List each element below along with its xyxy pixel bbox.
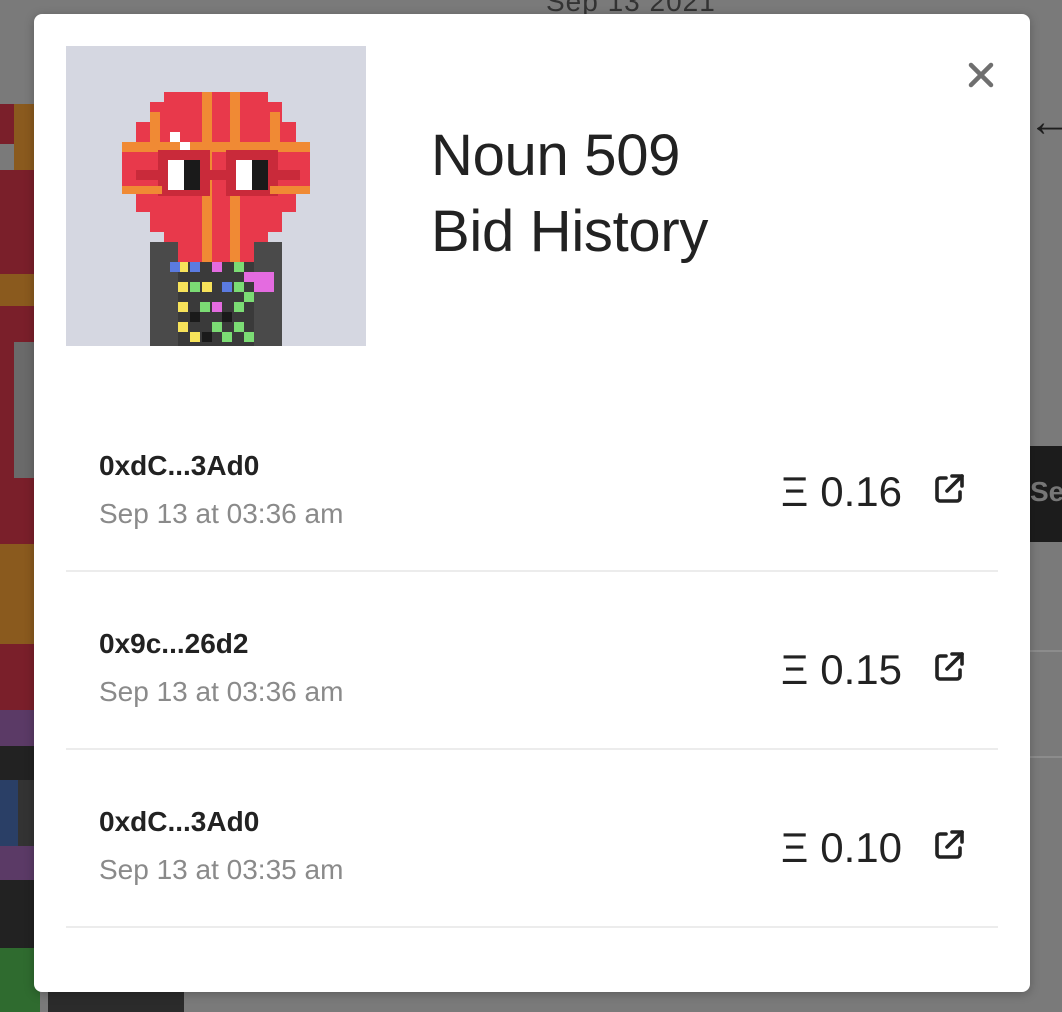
external-link-icon bbox=[935, 652, 964, 681]
bidder-address: 0xdC...3Ad0 bbox=[99, 450, 260, 481]
bid-row: 0xdC...3Ad0 Sep 13 at 03:35 am Ξ 0.10 bbox=[66, 750, 998, 928]
bid-history-modal: Noun 509 Bid History 0xdC...3Ad0 Sep 13 … bbox=[34, 14, 1030, 992]
eth-symbol: Ξ bbox=[780, 646, 809, 693]
bid-list: 0xdC...3Ad0 Sep 13 at 03:36 am Ξ 0.16 0x9… bbox=[66, 394, 998, 928]
bid-tx-link-button[interactable] bbox=[932, 650, 966, 684]
background-noun-strip-segment bbox=[14, 104, 34, 170]
bidder-address: 0xdC...3Ad0 bbox=[99, 806, 260, 837]
bid-row: 0x9c...26d2 Sep 13 at 03:36 am Ξ 0.15 bbox=[66, 572, 998, 750]
bid-amount: Ξ 0.16 bbox=[781, 468, 902, 516]
bid-time: Sep 13 at 03:35 am bbox=[99, 854, 344, 885]
eth-symbol: Ξ bbox=[780, 468, 809, 515]
bid-time: Sep 13 at 03:36 am bbox=[99, 498, 344, 529]
noun-image bbox=[66, 46, 366, 346]
eth-symbol: Ξ bbox=[780, 824, 809, 871]
bid-tx-link-button[interactable] bbox=[932, 828, 966, 862]
bid-tx-link-button[interactable] bbox=[932, 472, 966, 506]
back-arrow-icon[interactable]: ← bbox=[1028, 100, 1062, 144]
external-link-icon bbox=[935, 474, 964, 503]
background-bottom-bar bbox=[48, 992, 184, 1012]
title-bid-history: Bid History bbox=[431, 199, 709, 264]
title-noun-name: Noun 509 bbox=[431, 123, 681, 188]
noun-pixel-art bbox=[122, 92, 310, 346]
bid-row: 0xdC...3Ad0 Sep 13 at 03:36 am Ξ 0.16 bbox=[66, 394, 998, 572]
modal-title: Noun 509 Bid History bbox=[431, 118, 708, 270]
close-button[interactable] bbox=[966, 60, 996, 90]
bid-amount-value: 0.10 bbox=[820, 824, 902, 871]
bid-amount: Ξ 0.15 bbox=[781, 646, 902, 694]
background-noun-strip-segment bbox=[0, 342, 14, 478]
background-noun-strip-segment bbox=[14, 342, 34, 478]
bid-amount-value: 0.15 bbox=[820, 646, 902, 693]
background-noun-strip-segment bbox=[18, 780, 34, 846]
bidder-address: 0x9c...26d2 bbox=[99, 628, 249, 659]
background-settle-button[interactable]: Settle bbox=[1030, 446, 1062, 542]
external-link-icon bbox=[935, 830, 964, 859]
bid-time: Sep 13 at 03:36 am bbox=[99, 676, 344, 707]
bid-amount: Ξ 0.10 bbox=[781, 824, 902, 872]
background-noun-strip-segment bbox=[0, 780, 18, 846]
close-icon bbox=[968, 62, 994, 88]
bid-amount-value: 0.16 bbox=[820, 468, 902, 515]
